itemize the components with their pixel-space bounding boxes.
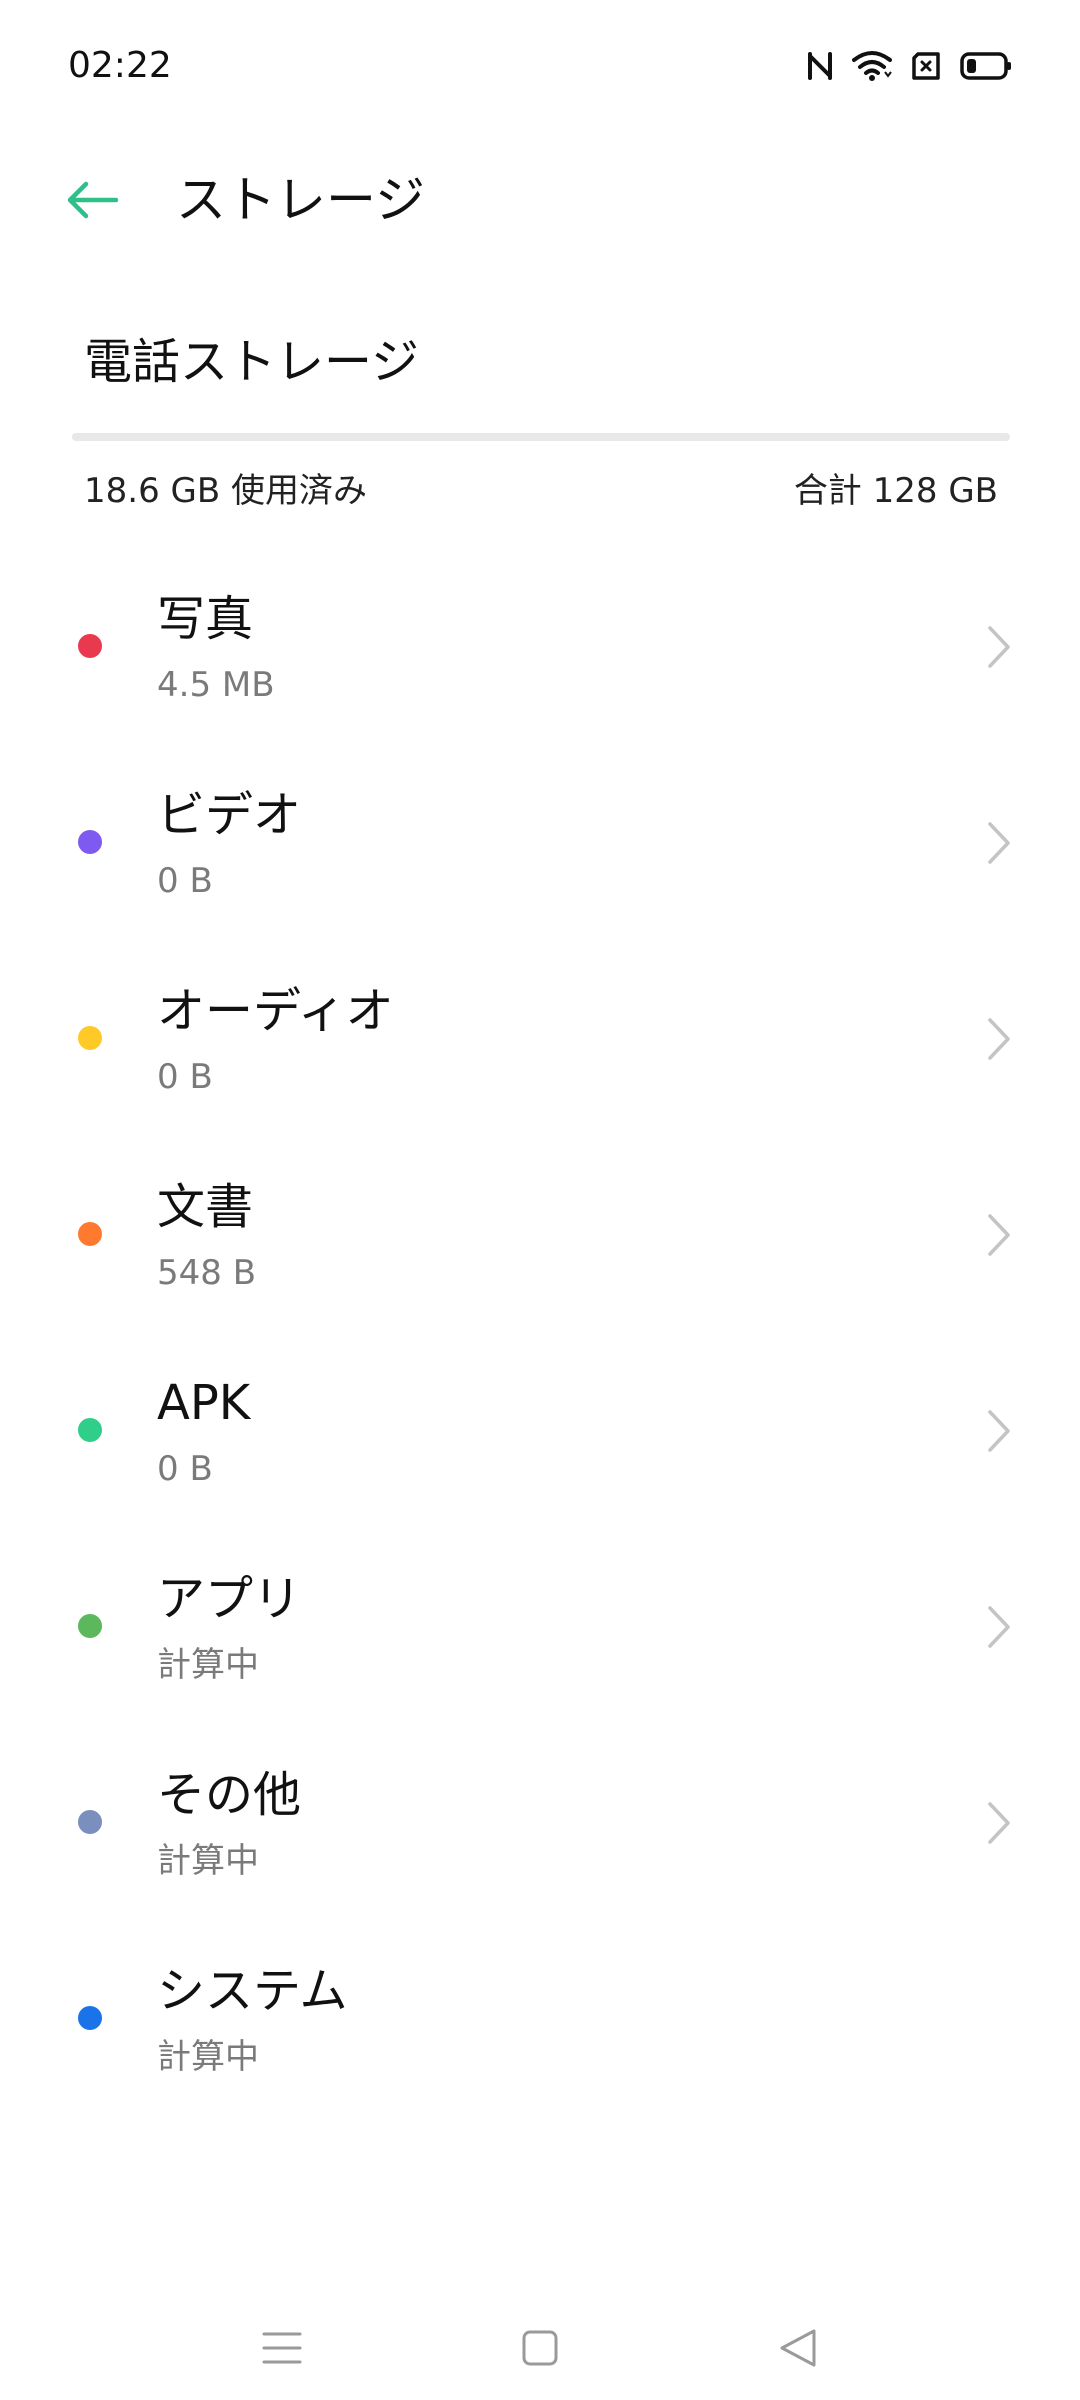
category-name: アプリ bbox=[157, 1571, 302, 1627]
category-item-videos[interactable]: ビデオ 0 B bbox=[0, 748, 1080, 944]
page-title: ストレージ bbox=[176, 171, 425, 229]
chevron-right-icon bbox=[988, 1410, 1010, 1452]
status-bar: 02:22 bbox=[0, 0, 1080, 130]
category-item-documents[interactable]: 文書 548 B bbox=[0, 1140, 1080, 1336]
category-size: 548 B bbox=[157, 1253, 257, 1293]
wifi-icon bbox=[852, 50, 892, 82]
nfc-icon bbox=[806, 50, 834, 82]
back-button[interactable] bbox=[50, 162, 134, 238]
category-item-photos[interactable]: 写真 4.5 MB bbox=[0, 552, 1080, 748]
section-title: 電話ストレージ bbox=[84, 334, 420, 390]
chevron-right-icon bbox=[988, 626, 1010, 668]
arrow-left-icon bbox=[67, 181, 119, 219]
used-label: 18.6 GB 使用済み bbox=[84, 471, 367, 511]
category-size: 0 B bbox=[157, 1057, 213, 1097]
back-triangle-icon bbox=[780, 2329, 816, 2367]
status-icons bbox=[806, 46, 1012, 86]
status-time: 02:22 bbox=[68, 45, 172, 86]
category-item-apps[interactable]: アプリ 計算中 bbox=[0, 1532, 1080, 1728]
total-label: 合計 128 GB bbox=[793, 471, 998, 511]
category-name: 文書 bbox=[157, 1179, 254, 1235]
chevron-right-icon bbox=[988, 1606, 1010, 1648]
category-item-audio[interactable]: オーディオ 0 B bbox=[0, 944, 1080, 1140]
category-size: 0 B bbox=[157, 1449, 213, 1489]
no-sim-icon bbox=[910, 51, 942, 81]
category-size: 0 B bbox=[157, 861, 213, 901]
category-item-other[interactable]: その他 計算中 bbox=[0, 1728, 1080, 1924]
category-name: その他 bbox=[157, 1767, 302, 1823]
category-dot bbox=[78, 1418, 102, 1442]
battery-icon bbox=[960, 51, 1012, 81]
home-button[interactable] bbox=[500, 2308, 580, 2388]
navigation-bar bbox=[0, 2290, 1080, 2400]
category-list: 写真 4.5 MB ビデオ 0 B オーディオ 0 B 文書 548 B APK… bbox=[0, 552, 1080, 2120]
home-square-icon bbox=[522, 2330, 558, 2366]
nav-back-button[interactable] bbox=[758, 2308, 838, 2388]
category-name: APK bbox=[157, 1375, 251, 1431]
category-name: システム bbox=[157, 1963, 348, 2019]
chevron-right-icon bbox=[988, 1018, 1010, 1060]
category-item-apk[interactable]: APK 0 B bbox=[0, 1336, 1080, 1532]
recents-button[interactable] bbox=[242, 2308, 322, 2388]
app-bar: ストレージ bbox=[0, 140, 1080, 260]
chevron-right-icon bbox=[988, 1214, 1010, 1256]
category-size: 4.5 MB bbox=[157, 665, 275, 705]
category-name: 写真 bbox=[157, 591, 254, 647]
category-item-system: システム 計算中 bbox=[0, 1924, 1080, 2120]
category-dot bbox=[78, 1222, 102, 1246]
storage-usage-row: 18.6 GB 使用済み 合計 128 GB bbox=[84, 466, 998, 516]
menu-icon bbox=[262, 2332, 302, 2364]
category-dot bbox=[78, 1026, 102, 1050]
category-size: 計算中 bbox=[157, 1645, 259, 1685]
category-dot bbox=[78, 1810, 102, 1834]
storage-usage-bar bbox=[72, 433, 1010, 441]
chevron-right-icon bbox=[988, 822, 1010, 864]
category-dot bbox=[78, 634, 102, 658]
category-name: ビデオ bbox=[157, 787, 302, 843]
category-dot bbox=[78, 830, 102, 854]
storage-usage-fill bbox=[72, 433, 208, 441]
category-size: 計算中 bbox=[157, 1841, 259, 1881]
chevron-right-icon bbox=[988, 1802, 1010, 1844]
category-dot bbox=[78, 1614, 102, 1638]
category-name: オーディオ bbox=[157, 983, 394, 1039]
category-size: 計算中 bbox=[157, 2037, 259, 2077]
category-dot bbox=[78, 2006, 102, 2030]
